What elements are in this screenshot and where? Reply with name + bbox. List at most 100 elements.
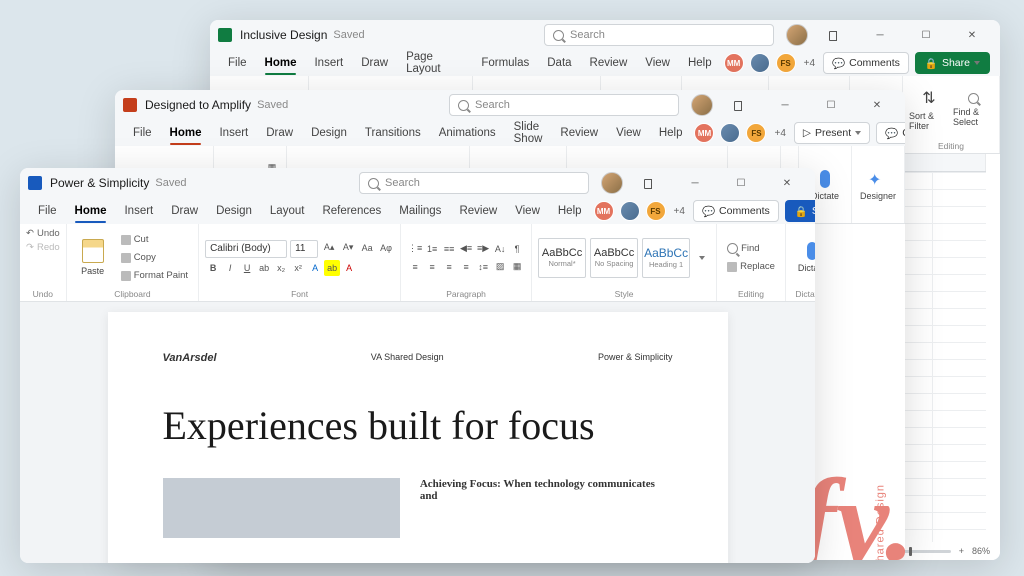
align-right-button[interactable]: ≡	[441, 259, 457, 275]
cut-button[interactable]: Cut	[117, 232, 192, 248]
minimize-button[interactable]: ─	[860, 23, 900, 47]
presence-avatar-1[interactable]: MM	[694, 123, 714, 143]
account-avatar[interactable]	[691, 94, 713, 116]
minimize-button[interactable]: ─	[765, 93, 805, 117]
menu-draw[interactable]: Draw	[258, 123, 301, 143]
font-color-button[interactable]: A	[341, 260, 357, 276]
menu-file[interactable]: File	[220, 53, 255, 73]
superscript-button[interactable]: x²	[290, 260, 306, 276]
italic-button[interactable]: I	[222, 260, 238, 276]
redo-button[interactable]: ↷ Redo	[26, 242, 60, 253]
menu-draw[interactable]: Draw	[163, 201, 206, 221]
maximize-button[interactable]: ☐	[721, 171, 761, 195]
notifications-icon[interactable]	[814, 23, 854, 47]
bold-button[interactable]: B	[205, 260, 221, 276]
menu-view[interactable]: View	[507, 201, 548, 221]
menu-home[interactable]: Home	[257, 53, 305, 73]
replace-button[interactable]: Replace	[723, 259, 779, 275]
maximize-button[interactable]: ☐	[906, 23, 946, 47]
excel-search-input[interactable]: Search	[544, 24, 774, 46]
line-spacing-button[interactable]: ↕≡	[475, 259, 491, 275]
align-left-button[interactable]: ≡	[407, 259, 423, 275]
menu-animations[interactable]: Animations	[431, 123, 504, 143]
menu-review[interactable]: Review	[582, 53, 636, 73]
menu-help[interactable]: Help	[680, 53, 720, 73]
show-marks-button[interactable]: ¶	[509, 241, 525, 257]
justify-button[interactable]: ≡	[458, 259, 474, 275]
presence-avatar-3[interactable]: FS	[746, 123, 766, 143]
indent-dec-button[interactable]: ◀≡	[458, 241, 474, 257]
clear-format-button[interactable]: Aφ	[378, 240, 394, 256]
close-button[interactable]: ✕	[767, 171, 807, 195]
subscript-button[interactable]: x₂	[273, 260, 289, 276]
menu-formulas[interactable]: Formulas	[473, 53, 537, 73]
change-case-button[interactable]: Aa	[359, 240, 375, 256]
menu-insert[interactable]: Insert	[211, 123, 256, 143]
menu-insert[interactable]: Insert	[116, 201, 161, 221]
undo-button[interactable]: ↶ Undo	[26, 228, 60, 239]
style-no-spacing[interactable]: AaBbCcNo Spacing	[590, 238, 638, 278]
notifications-icon[interactable]	[719, 93, 759, 117]
shrink-font-button[interactable]: A▾	[340, 240, 356, 256]
menu-view[interactable]: View	[608, 123, 649, 143]
close-button[interactable]: ✕	[857, 93, 897, 117]
styles-expand-button[interactable]	[694, 250, 710, 266]
find-button[interactable]: Find	[723, 241, 779, 257]
format-painter-button[interactable]: Format Paint	[117, 268, 192, 284]
presence-more[interactable]: +4	[772, 128, 787, 139]
presence-avatar-2[interactable]	[620, 201, 640, 221]
menu-page-layout[interactable]: Page Layout	[398, 47, 471, 79]
comments-button[interactable]: 💬 Comments	[823, 52, 909, 74]
share-button[interactable]: 🔒 Share	[785, 200, 815, 222]
share-button[interactable]: 🔒 Share	[915, 52, 990, 74]
menu-design[interactable]: Design	[303, 123, 355, 143]
presence-avatar-2[interactable]	[750, 53, 770, 73]
menu-file[interactable]: File	[30, 201, 65, 221]
document-page[interactable]: VanArsdel VA Shared Design Power & Simpl…	[108, 312, 728, 563]
underline-button[interactable]: U	[239, 260, 255, 276]
present-button[interactable]: ▷ Present	[794, 122, 870, 144]
menu-help[interactable]: Help	[550, 201, 590, 221]
style-heading-1[interactable]: AaBbCcHeading 1	[642, 238, 690, 278]
menu-insert[interactable]: Insert	[306, 53, 351, 73]
indent-inc-button[interactable]: ≡▶	[475, 241, 491, 257]
word-search-input[interactable]: Search	[359, 172, 589, 194]
designer-button[interactable]: Designer	[858, 159, 898, 213]
style-normal[interactable]: AaBbCcNormal*	[538, 238, 586, 278]
align-center-button[interactable]: ≡	[424, 259, 440, 275]
paste-button[interactable]: Paste	[73, 231, 113, 285]
presence-avatar-2[interactable]	[720, 123, 740, 143]
presence-more[interactable]: +4	[802, 58, 817, 69]
borders-button[interactable]: ▦	[509, 259, 525, 275]
text-effects-button[interactable]: A	[307, 260, 323, 276]
menu-design[interactable]: Design	[208, 201, 260, 221]
grow-font-button[interactable]: A▴	[321, 240, 337, 256]
menu-slideshow[interactable]: Slide Show	[506, 117, 551, 149]
ppt-search-input[interactable]: Search	[449, 94, 679, 116]
dictate-button[interactable]: Dictate	[792, 231, 815, 285]
numbering-button[interactable]: 1≡	[424, 241, 440, 257]
bullets-button[interactable]: ⋮≡	[407, 241, 423, 257]
maximize-button[interactable]: ☐	[811, 93, 851, 117]
close-button[interactable]: ✕	[952, 23, 992, 47]
menu-data[interactable]: Data	[539, 53, 579, 73]
presence-avatar-1[interactable]: MM	[724, 53, 744, 73]
menu-review[interactable]: Review	[552, 123, 606, 143]
menu-file[interactable]: File	[125, 123, 160, 143]
menu-home[interactable]: Home	[162, 123, 210, 143]
menu-home[interactable]: Home	[67, 201, 115, 221]
minimize-button[interactable]: ─	[675, 171, 715, 195]
font-select[interactable]: Calibri (Body)	[205, 240, 287, 258]
presence-more[interactable]: +4	[672, 206, 687, 217]
copy-button[interactable]: Copy	[117, 250, 192, 266]
font-size-select[interactable]: 11	[290, 240, 318, 258]
menu-draw[interactable]: Draw	[353, 53, 396, 73]
find-select-button[interactable]: Find & Select	[953, 83, 993, 137]
comments-button[interactable]: 💬 Comments	[876, 122, 905, 144]
shading-button[interactable]: ▨	[492, 259, 508, 275]
menu-view[interactable]: View	[637, 53, 678, 73]
comments-button[interactable]: 💬 Comments	[693, 200, 779, 222]
menu-references[interactable]: References	[314, 201, 389, 221]
menu-mailings[interactable]: Mailings	[391, 201, 449, 221]
sort-filter-button[interactable]: ⇅Sort & Filter	[909, 83, 949, 137]
